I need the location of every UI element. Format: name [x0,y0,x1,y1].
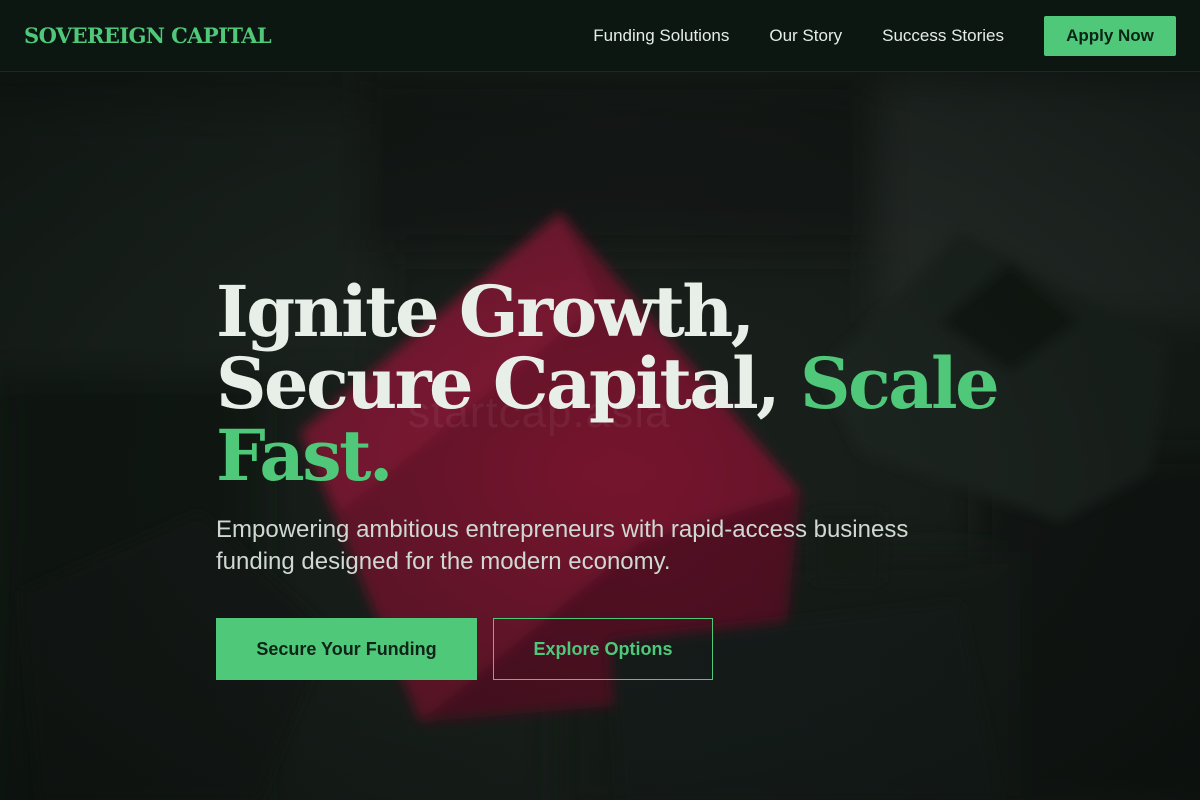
hero-section: Ignite Growth, Secure Capital, Scale Fas… [216,276,1016,680]
secure-funding-button[interactable]: Secure Your Funding [216,618,477,680]
explore-options-button[interactable]: Explore Options [493,618,713,680]
nav-link-success-stories[interactable]: Success Stories [882,26,1004,46]
nav-link-funding-solutions[interactable]: Funding Solutions [593,26,729,46]
apply-now-button[interactable]: Apply Now [1044,15,1176,56]
site-header: SOVEREIGN CAPITAL Funding Solutions Our … [0,0,1200,72]
main-nav: Funding Solutions Our Story Success Stor… [593,15,1176,56]
nav-link-our-story[interactable]: Our Story [769,26,842,46]
hero-actions: Secure Your Funding Explore Options [216,618,1016,680]
brand-logo[interactable]: SOVEREIGN CAPITAL [24,23,272,48]
hero-subtitle: Empowering ambitious entrepreneurs with … [216,516,909,575]
hero-title-text: Ignite Growth, Secure Capital, [216,270,801,425]
hero-title: Ignite Growth, Secure Capital, Scale Fas… [216,276,1016,492]
